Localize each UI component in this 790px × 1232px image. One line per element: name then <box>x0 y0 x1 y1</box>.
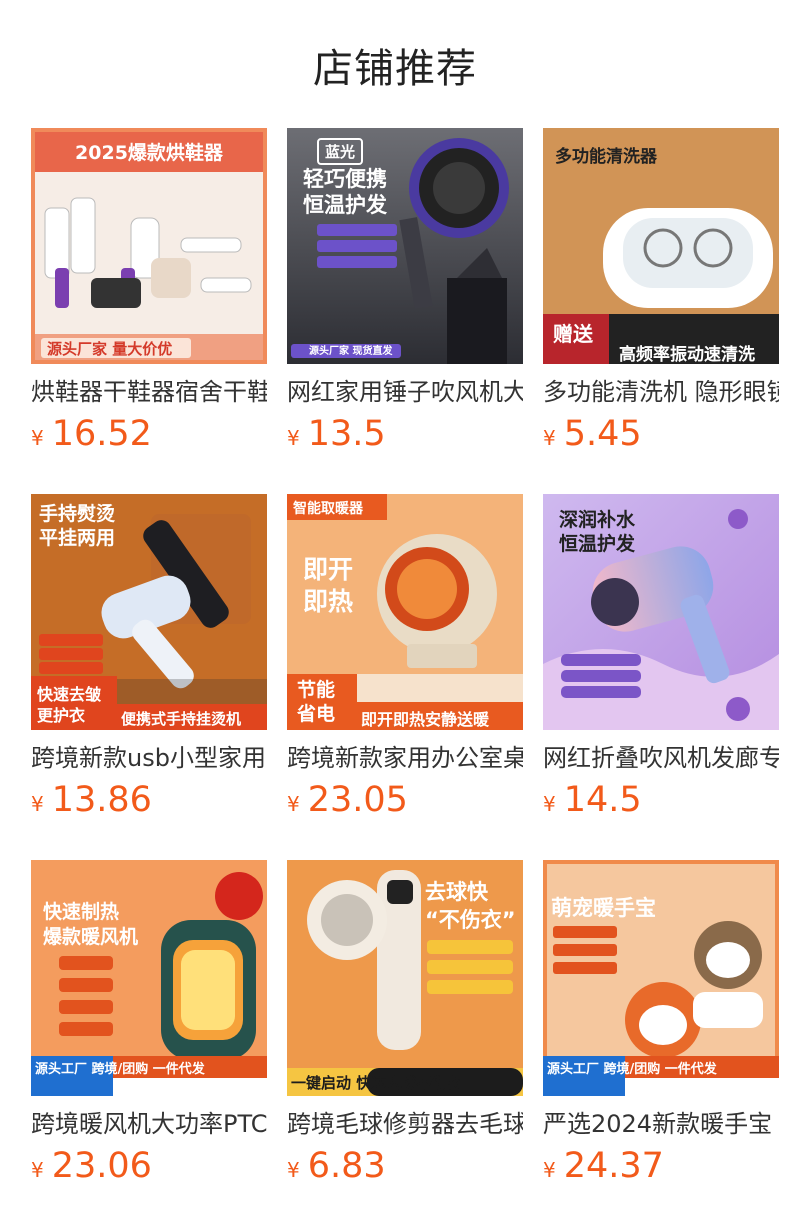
product-card[interactable]: 蓝光 轻巧便携 恒温护发 源头厂家 现货直发 网红家用锤子吹风机大 ¥ 13.5 <box>287 128 523 454</box>
product-name[interactable]: 网红折叠吹风机发廊专 <box>543 742 779 774</box>
product-card[interactable]: 快速制热 爆款暖风机 源头工厂 跨境/团购 一件代发 跨境暖风机大功率PTC ¥… <box>31 860 267 1186</box>
image-headline: 去球快 “不伤衣” <box>425 880 516 932</box>
product-name[interactable]: 网红家用锤子吹风机大 <box>287 376 523 408</box>
currency-symbol: ¥ <box>31 792 44 816</box>
price-value: 6.83 <box>307 1146 386 1186</box>
image-footer: 高频率振动速清洗 <box>619 345 755 364</box>
image-footer: 源头工厂 跨境/团购 一件代发 <box>35 1062 205 1077</box>
image-footer: 源头工厂 跨境/团购 一件代发 <box>547 1062 717 1077</box>
image-footer: 源头厂家 量大价优 <box>47 340 173 358</box>
product-image[interactable]: 蓝光 轻巧便携 恒温护发 源头厂家 现货直发 <box>287 128 523 364</box>
product-price: ¥ 13.86 <box>31 780 267 820</box>
image-footer: 源头厂家 现货直发 <box>309 346 393 357</box>
product-name[interactable]: 跨境毛球修剪器去毛球 <box>287 1108 523 1140</box>
currency-symbol: ¥ <box>287 792 300 816</box>
image-badge: 赠送 <box>553 322 593 346</box>
image-headline: 轻巧便携 恒温护发 <box>303 167 387 217</box>
image-footer: 节能 省电 <box>297 679 336 725</box>
price-value: 23.05 <box>307 780 408 820</box>
product-name[interactable]: 跨境新款usb小型家用 <box>31 742 267 774</box>
currency-symbol: ¥ <box>287 1158 300 1182</box>
image-headline: 多功能清洗器 <box>555 147 657 167</box>
price-value: 16.52 <box>51 414 152 454</box>
product-image[interactable]: 深润补水 恒温护发 <box>543 494 779 730</box>
product-card[interactable]: 去球快 “不伤衣” 一键启动 快速去球不伤衣 跨境毛球修剪器去毛球 ¥ 6.83 <box>287 860 523 1186</box>
product-card[interactable]: 深润补水 恒温护发 网红折叠吹风机发廊专 ¥ 14.5 <box>543 494 779 820</box>
product-image[interactable]: 2025爆款烘鞋器 源头厂家 量大价优 <box>31 128 267 364</box>
price-value: 24.37 <box>563 1146 664 1186</box>
product-image[interactable]: 快速制热 爆款暖风机 源头工厂 跨境/团购 一件代发 <box>31 860 267 1096</box>
image-headline: 2025爆款烘鞋器 <box>75 142 223 164</box>
currency-symbol: ¥ <box>543 792 556 816</box>
product-card[interactable]: 手持熨烫 平挂两用 快速去皱 更护衣 便携式手持挂烫机 跨境新款usb小型家用 … <box>31 494 267 820</box>
product-image[interactable]: 智能取暖器 即开 即热 节能 省电 即开即热安静送暖 <box>287 494 523 730</box>
currency-symbol: ¥ <box>543 426 556 450</box>
product-name[interactable]: 跨境新款家用办公室桌 <box>287 742 523 774</box>
product-card[interactable]: 2025爆款烘鞋器 源头厂家 量大价优 烘鞋器干鞋器宿舍干鞋 ¥ 16.52 <box>31 128 267 454</box>
image-headline: 即开 即热 <box>303 555 354 616</box>
product-price: ¥ 6.83 <box>287 1146 523 1186</box>
price-value: 14.5 <box>563 780 642 820</box>
product-price: ¥ 23.06 <box>31 1146 267 1186</box>
image-footer: 一键启动 快速去球不伤衣 <box>291 1074 462 1092</box>
price-value: 13.86 <box>51 780 152 820</box>
currency-symbol: ¥ <box>287 426 300 450</box>
product-image[interactable]: 多功能清洗器 赠送 高频率振动速清洗 <box>543 128 779 364</box>
store-recommendations-page: 店铺推荐 2025爆款烘鞋器 源头厂家 量大价优 烘鞋器干鞋器宿舍干鞋 ¥ 16… <box>0 0 790 1232</box>
currency-symbol: ¥ <box>543 1158 556 1182</box>
product-name[interactable]: 烘鞋器干鞋器宿舍干鞋 <box>31 376 267 408</box>
product-image[interactable]: 萌宠暖手宝 源头工厂 跨境/团购 一件代发 <box>543 860 779 1096</box>
page-title: 店铺推荐 <box>313 46 477 92</box>
product-price: ¥ 16.52 <box>31 414 267 454</box>
product-price: ¥ 24.37 <box>543 1146 779 1186</box>
product-image[interactable]: 去球快 “不伤衣” 一键启动 快速去球不伤衣 <box>287 860 523 1096</box>
image-headline: 深润补水 恒温护发 <box>559 509 636 555</box>
image-badge: 蓝光 <box>317 138 364 165</box>
price-value: 5.45 <box>563 414 642 454</box>
currency-symbol: ¥ <box>31 426 44 450</box>
image-footer: 便携式手持挂烫机 <box>121 710 242 728</box>
product-card[interactable]: 多功能清洗器 赠送 高频率振动速清洗 多功能清洗机 隐形眼镜 ¥ 5.45 <box>543 128 779 454</box>
image-headline: 快速制热 爆款暖风机 <box>43 901 139 948</box>
product-price: ¥ 14.5 <box>543 780 779 820</box>
product-image[interactable]: 手持熨烫 平挂两用 快速去皱 更护衣 便携式手持挂烫机 <box>31 494 267 730</box>
product-price: ¥ 23.05 <box>287 780 523 820</box>
currency-symbol: ¥ <box>31 1158 44 1182</box>
product-card[interactable]: 萌宠暖手宝 源头工厂 跨境/团购 一件代发 严选2024新款暖手宝 ¥ 24.3… <box>543 860 779 1186</box>
price-value: 23.06 <box>51 1146 152 1186</box>
price-value: 13.5 <box>307 414 386 454</box>
product-grid: 2025爆款烘鞋器 源头厂家 量大价优 烘鞋器干鞋器宿舍干鞋 ¥ 16.52 蓝… <box>31 128 779 1186</box>
product-card[interactable]: 智能取暖器 即开 即热 节能 省电 即开即热安静送暖 跨境新款家用办公室桌 ¥ … <box>287 494 523 820</box>
image-headline: 手持熨烫 平挂两用 <box>39 503 116 549</box>
product-price: ¥ 5.45 <box>543 414 779 454</box>
product-price: ¥ 13.5 <box>287 414 523 454</box>
image-headline: 萌宠暖手宝 <box>551 896 656 920</box>
image-badge: 快速去皱 更护衣 <box>37 685 102 725</box>
product-name[interactable]: 多功能清洗机 隐形眼镜 <box>543 376 779 408</box>
product-name[interactable]: 严选2024新款暖手宝 <box>543 1108 779 1140</box>
image-footer-2: 即开即热安静送暖 <box>361 710 490 729</box>
product-name[interactable]: 跨境暖风机大功率PTC <box>31 1108 267 1140</box>
image-badge: 智能取暖器 <box>293 501 363 517</box>
